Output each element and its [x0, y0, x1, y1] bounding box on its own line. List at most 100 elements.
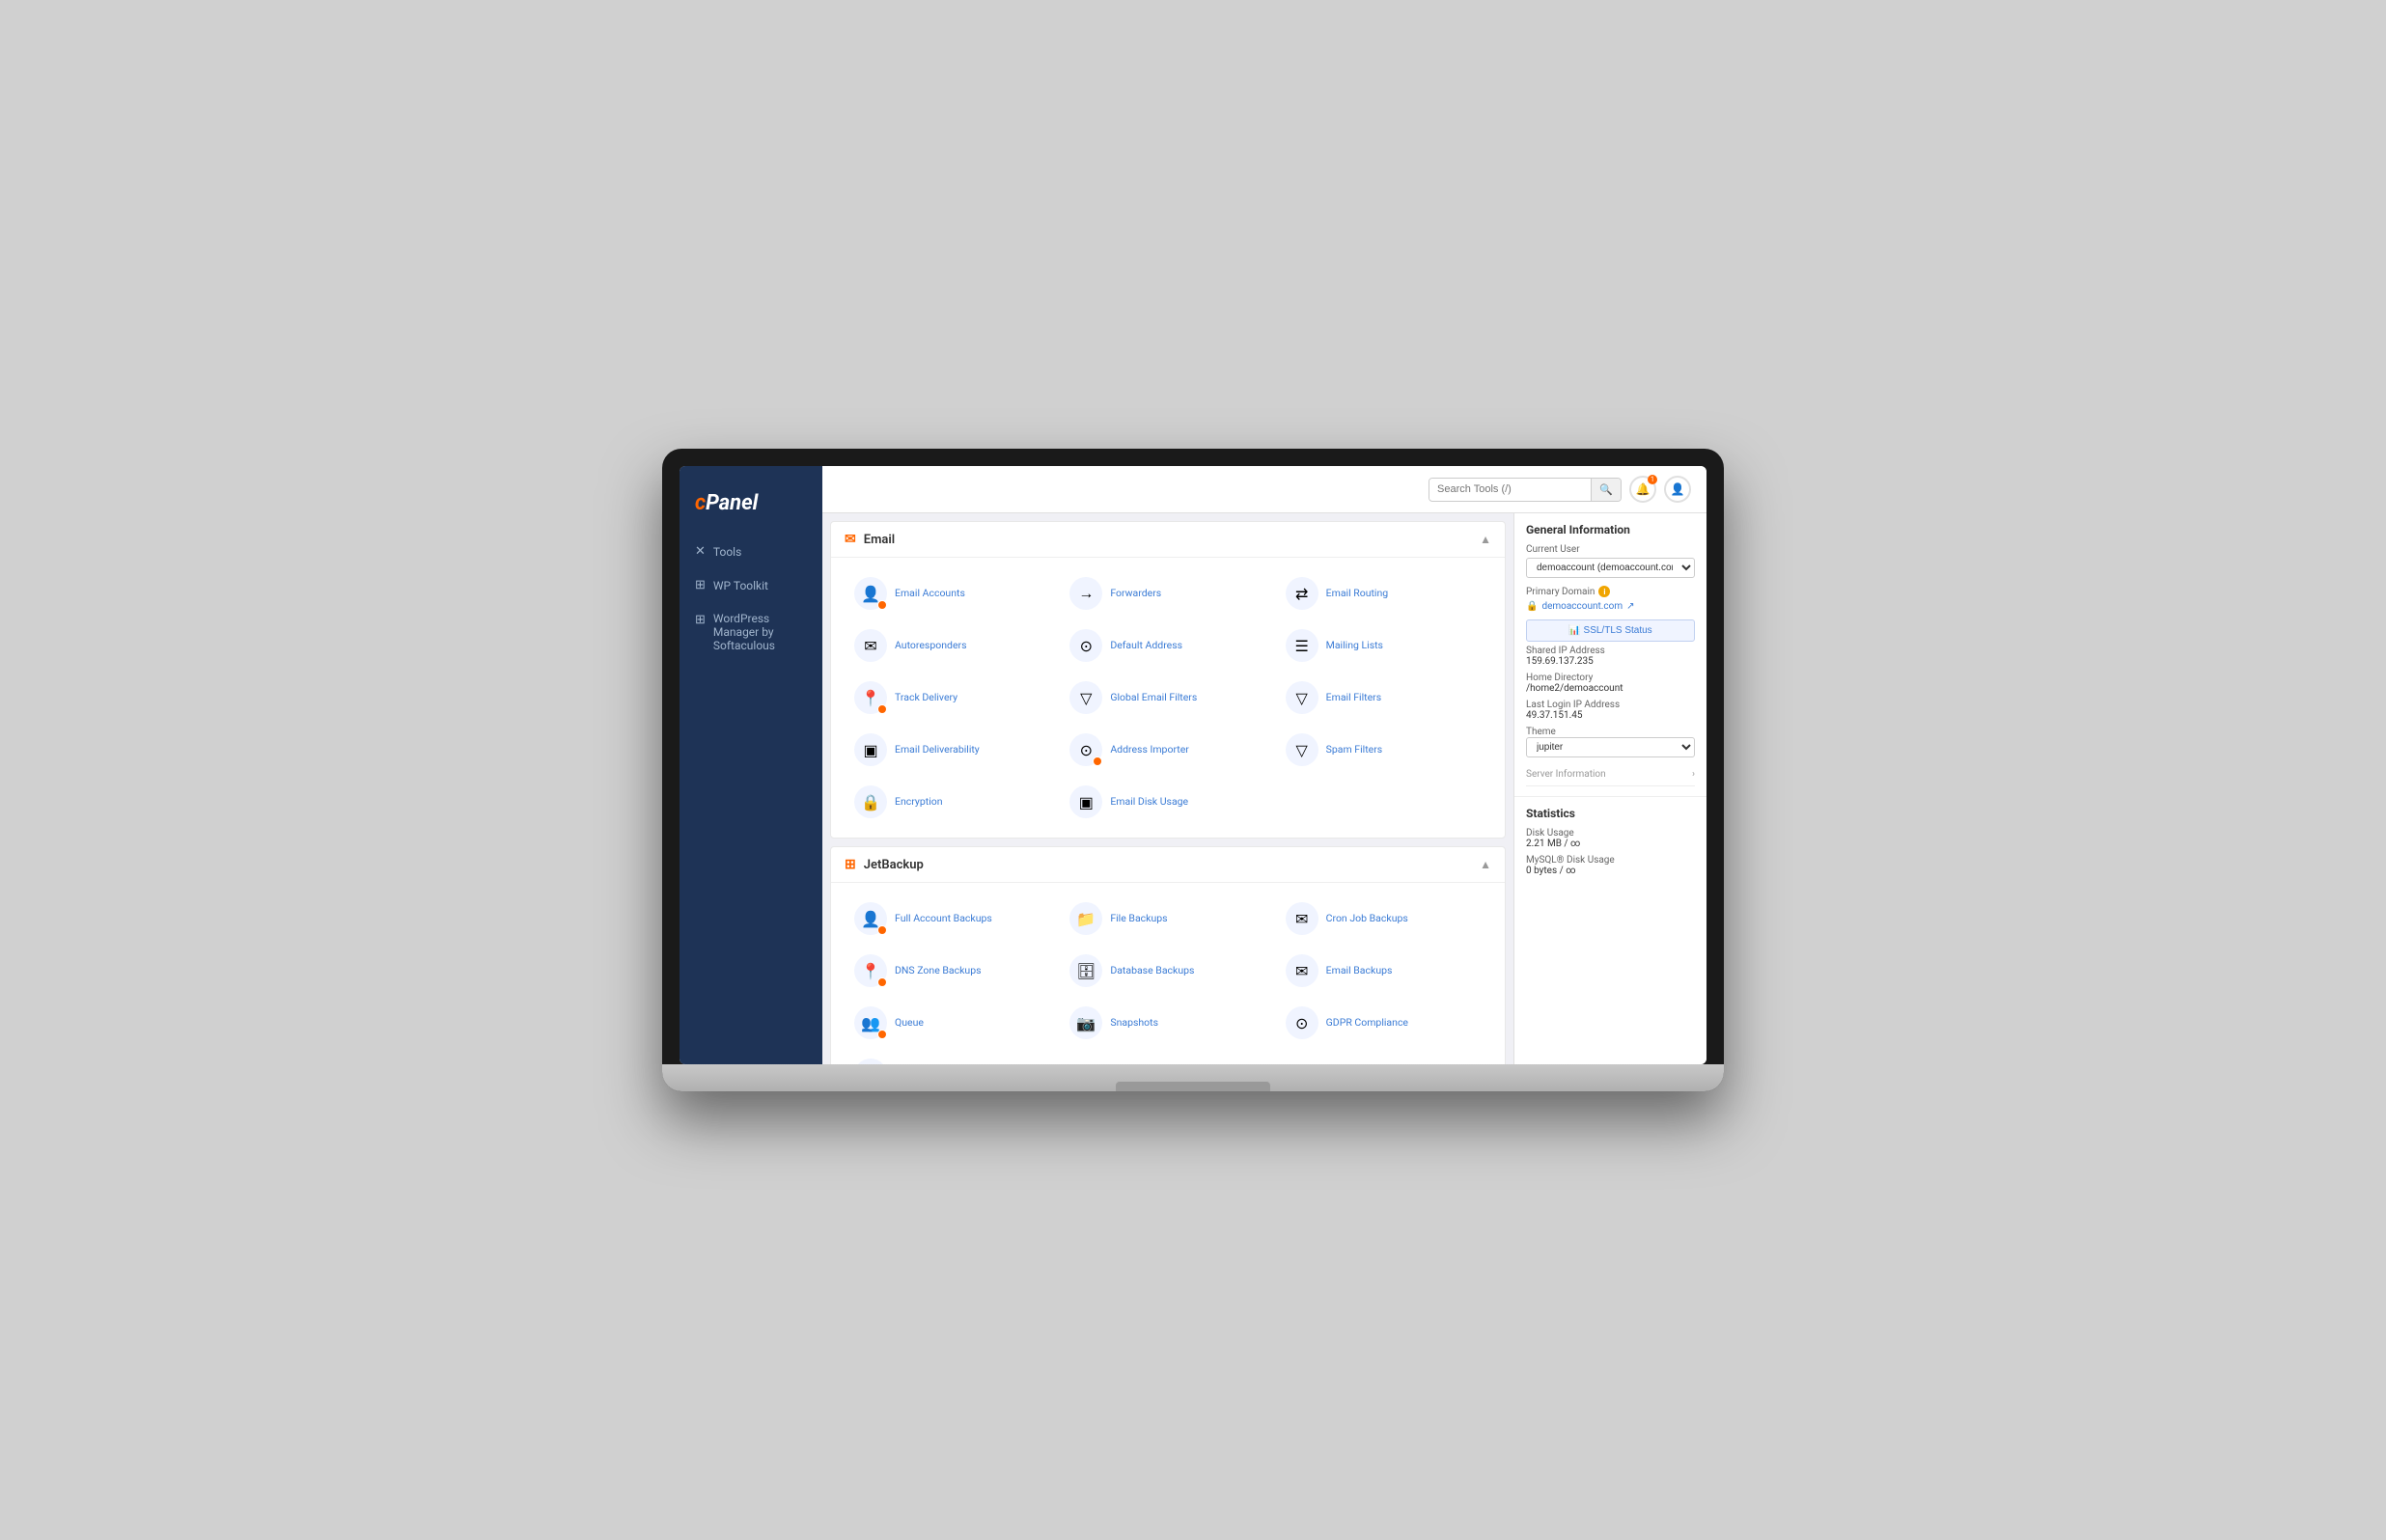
- theme-row: Theme jupiter: [1526, 727, 1695, 757]
- external-link-icon: ↗: [1626, 601, 1634, 612]
- cron-job-backups-icon-wrapper: ✉: [1286, 902, 1318, 935]
- tool-item-cron-job-backups[interactable]: ✉Cron Job Backups: [1276, 894, 1491, 943]
- email-panel-title: ✉ Email: [845, 532, 895, 547]
- full-account-backups-label: Full Account Backups: [895, 912, 992, 925]
- file-backups-label: File Backups: [1110, 912, 1167, 925]
- home-dir-row: Home Directory /home2/demoaccount: [1526, 673, 1695, 694]
- tool-item-settings[interactable]: ⚙Settings: [845, 1051, 1060, 1064]
- current-user-select[interactable]: demoaccount (demoaccount.com): [1526, 558, 1695, 578]
- search-button[interactable]: 🔍: [1591, 479, 1621, 501]
- email-accounts-dot: [877, 600, 887, 610]
- default-address-icon-wrapper: ⊙: [1069, 629, 1102, 662]
- email-routing-label: Email Routing: [1326, 587, 1389, 600]
- tool-item-email-filters[interactable]: ▽Email Filters: [1276, 674, 1491, 722]
- sidebar-item-tools[interactable]: ✕ Tools: [680, 535, 822, 568]
- gdpr-compliance-icon: ⊙: [1295, 1014, 1308, 1032]
- tool-item-email-accounts[interactable]: 👤Email Accounts: [845, 569, 1060, 618]
- queue-dot: [877, 1030, 887, 1039]
- sidebar-item-wp-toolkit-label: WP Toolkit: [713, 579, 768, 592]
- queue-label: Queue: [895, 1016, 924, 1030]
- right-sidebar: General Information Current User demoacc…: [1513, 513, 1706, 1064]
- email-backups-icon-wrapper: ✉: [1286, 954, 1318, 987]
- notification-button[interactable]: 🔔 1: [1629, 476, 1656, 503]
- jetbackup-panel-body: 👤 Full Account Backups 📁 File Backups ✉Cron …: [831, 883, 1505, 1064]
- tool-item-queue[interactable]: 👥Queue: [845, 999, 1060, 1047]
- panels-area: ✉ Email ▲ 👤Email Accounts→Forwarders ⇄ Ema…: [822, 513, 1513, 1064]
- tool-item-email-routing[interactable]: ⇄ Email Routing: [1276, 569, 1491, 618]
- header: 🔍 🔔 1 👤: [822, 466, 1706, 513]
- track-delivery-icon: 📍: [861, 689, 880, 707]
- full-account-backups-dot: [877, 925, 887, 935]
- email-accounts-icon: 👤: [861, 585, 880, 603]
- email-panel-header[interactable]: ✉ Email ▲: [831, 522, 1505, 558]
- tool-item-encryption[interactable]: 🔒Encryption: [845, 778, 1060, 826]
- tools-icon: ✕: [695, 544, 706, 559]
- email-filters-icon-wrapper: ▽: [1286, 681, 1318, 714]
- email-routing-icon: ⇄: [1295, 585, 1308, 603]
- wp-toolkit-icon: ⊞: [695, 578, 706, 592]
- tool-item-address-importer[interactable]: ⊙Address Importer: [1060, 726, 1275, 774]
- address-importer-icon-wrapper: ⊙: [1069, 733, 1102, 766]
- file-backups-icon: 📁: [1076, 910, 1096, 928]
- mysql-disk-row: MySQL® Disk Usage 0 bytes / ∞: [1526, 855, 1695, 876]
- tool-item-file-backups[interactable]: 📁 File Backups: [1060, 894, 1275, 943]
- shared-ip-row: Shared IP Address 159.69.137.235: [1526, 646, 1695, 667]
- last-login-value: 49.37.151.45: [1526, 710, 1695, 721]
- email-panel-toggle[interactable]: ▲: [1480, 533, 1491, 546]
- mailing-lists-label: Mailing Lists: [1326, 639, 1383, 652]
- tool-item-email-disk-usage[interactable]: ▣ Email Disk Usage: [1060, 778, 1275, 826]
- tool-item-database-backups[interactable]: 🗄 Database Backups: [1060, 947, 1275, 995]
- tool-item-global-email-filters[interactable]: ▽Global Email Filters: [1060, 674, 1275, 722]
- tool-item-snapshots[interactable]: 📷Snapshots: [1060, 999, 1275, 1047]
- full-account-backups-icon: 👤: [861, 910, 880, 928]
- spam-filters-label: Spam Filters: [1326, 743, 1383, 756]
- tool-item-email-deliverability[interactable]: ▣Email Deliverability: [845, 726, 1060, 774]
- notification-badge: 1: [1648, 475, 1657, 484]
- email-deliverability-icon: ▣: [863, 741, 877, 759]
- tool-item-track-delivery[interactable]: 📍 Track Delivery: [845, 674, 1060, 722]
- jetbackup-panel-toggle[interactable]: ▲: [1480, 858, 1491, 871]
- server-info-row[interactable]: Server Information ›: [1526, 763, 1695, 786]
- search-input[interactable]: [1429, 479, 1591, 500]
- email-icon: ✉: [845, 532, 856, 547]
- email-disk-usage-icon-wrapper: ▣: [1069, 785, 1102, 818]
- sidebar-item-wordpress-manager[interactable]: ⊞ WordPress Manager by Softaculous: [680, 602, 822, 662]
- disk-usage-value: 2.21 MB / ∞: [1526, 839, 1695, 849]
- user-button[interactable]: 👤: [1664, 476, 1691, 503]
- tool-item-email-backups[interactable]: ✉Email Backups: [1276, 947, 1491, 995]
- tool-item-spam-filters[interactable]: ▽Spam Filters: [1276, 726, 1491, 774]
- autoresponders-icon-wrapper: ✉: [854, 629, 887, 662]
- dns-zone-backups-icon-wrapper: 📍: [854, 954, 887, 987]
- email-disk-usage-label: Email Disk Usage: [1110, 795, 1188, 809]
- general-info-section: General Information Current User demoacc…: [1514, 513, 1706, 797]
- jetbackup-panel-header[interactable]: ⊞ JetBackup ▲: [831, 847, 1505, 883]
- global-email-filters-label: Global Email Filters: [1110, 691, 1197, 704]
- forwarders-icon: →: [1078, 584, 1094, 603]
- encryption-icon: 🔒: [861, 793, 880, 811]
- main-content: 🔍 🔔 1 👤 ✉ Email: [822, 466, 1706, 1064]
- mailing-lists-icon: ☰: [1294, 637, 1308, 655]
- tool-item-mailing-lists[interactable]: ☰ Mailing Lists: [1276, 621, 1491, 670]
- domain-link[interactable]: 🔒 demoaccount.com ↗: [1526, 601, 1695, 612]
- home-dir-value: /home2/demoaccount: [1526, 683, 1695, 694]
- email-panel-body: 👤Email Accounts→Forwarders ⇄ Email Routing…: [831, 558, 1505, 838]
- sidebar-item-wp-toolkit[interactable]: ⊞ WP Toolkit: [680, 568, 822, 602]
- email-deliverability-icon-wrapper: ▣: [854, 733, 887, 766]
- address-importer-dot: [1093, 756, 1102, 766]
- address-importer-icon: ⊙: [1080, 741, 1093, 759]
- sidebar-item-tools-label: Tools: [713, 545, 741, 559]
- tool-item-forwarders[interactable]: →Forwarders: [1060, 569, 1275, 618]
- database-backups-label: Database Backups: [1110, 964, 1194, 977]
- track-delivery-label: Track Delivery: [895, 691, 957, 704]
- shared-ip-label: Shared IP Address: [1526, 646, 1695, 656]
- jetbackup-panel-title: ⊞ JetBackup: [845, 857, 924, 872]
- theme-select[interactable]: jupiter: [1526, 737, 1695, 757]
- tool-item-gdpr-compliance[interactable]: ⊙GDPR Compliance: [1276, 999, 1491, 1047]
- tool-item-default-address[interactable]: ⊙Default Address: [1060, 621, 1275, 670]
- tool-item-full-account-backups[interactable]: 👤 Full Account Backups: [845, 894, 1060, 943]
- tool-item-dns-zone-backups[interactable]: 📍DNS Zone Backups: [845, 947, 1060, 995]
- tool-item-autoresponders[interactable]: ✉Autoresponders: [845, 621, 1060, 670]
- ssl-tls-button[interactable]: 📊 SSL/TLS Status: [1526, 619, 1695, 642]
- database-backups-icon-wrapper: 🗄: [1069, 954, 1102, 987]
- full-account-backups-icon-wrapper: 👤: [854, 902, 887, 935]
